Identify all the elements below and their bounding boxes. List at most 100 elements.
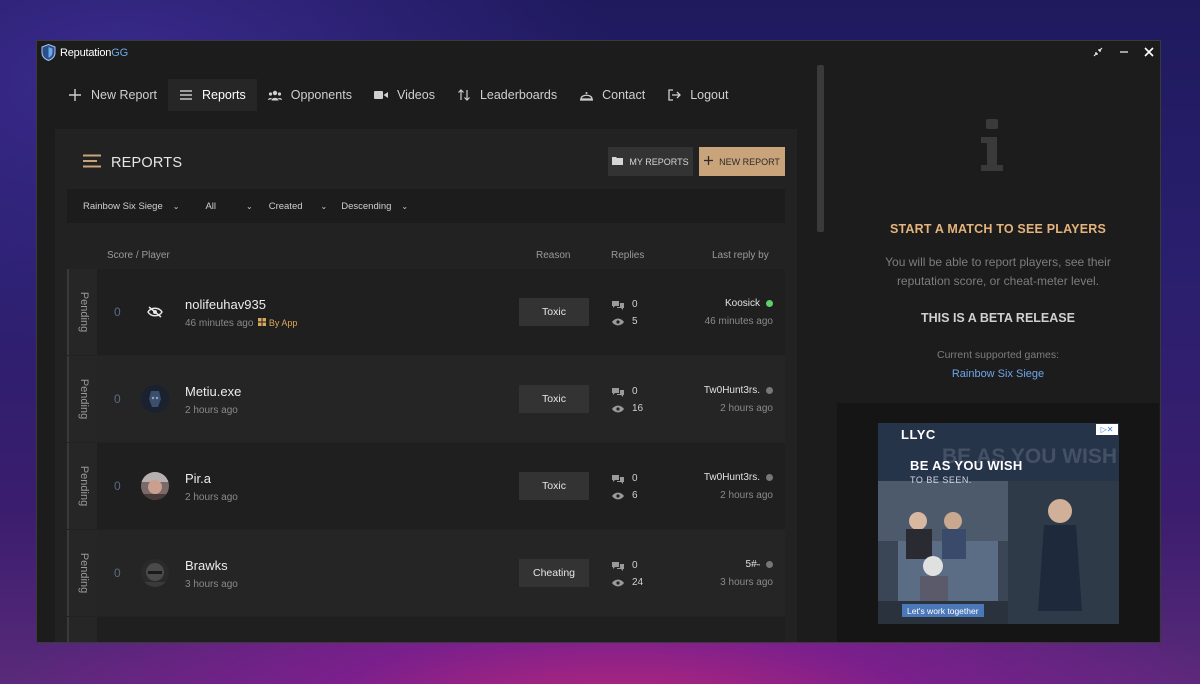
last-reply-time: 46 minutes ago bbox=[704, 316, 773, 327]
ad-choices-icon[interactable]: ▷✕ bbox=[1096, 424, 1118, 435]
eye-off-icon bbox=[147, 306, 163, 318]
online-status-dot bbox=[766, 300, 773, 307]
eye-icon bbox=[612, 317, 624, 327]
new-report-label: NEW REPORT bbox=[719, 156, 780, 167]
reason-tag[interactable]: Toxic bbox=[519, 385, 589, 413]
reason-tag[interactable]: Cheating bbox=[519, 559, 589, 587]
avatar-image bbox=[141, 385, 169, 413]
sort-order-filter[interactable]: Descending ⌄ bbox=[341, 201, 408, 212]
beta-notice: THIS IS A BETA RELEASE bbox=[921, 311, 1075, 325]
report-row[interactable]: Pending 0 nolifeuhav935 46 minutes ago B… bbox=[67, 269, 785, 355]
eye-icon bbox=[612, 491, 624, 501]
last-reply-name: Tw0Hunt3rs. bbox=[703, 385, 760, 396]
report-time: 3 hours ago bbox=[185, 579, 238, 590]
scrollbar-thumb[interactable] bbox=[817, 65, 824, 232]
player-name[interactable]: Pir.a bbox=[185, 471, 211, 486]
game-filter[interactable]: Rainbow Six Siege ⌄ bbox=[83, 201, 179, 212]
ad-container: LLYC BE AS YOU WISH BE AS YOU WISH TO BE… bbox=[837, 403, 1159, 642]
nav-new-report-label: New Report bbox=[91, 88, 157, 102]
replies-value: 0 bbox=[632, 299, 638, 310]
shield-logo-icon bbox=[41, 44, 56, 61]
sort-field-filter[interactable]: Created ⌄ bbox=[269, 201, 328, 212]
app-title: ReputationGG bbox=[60, 47, 128, 59]
nav-contact[interactable]: Contact bbox=[568, 79, 656, 111]
status-cell: Pending bbox=[67, 530, 97, 616]
last-reply-user[interactable]: Tw0Hunt3rs. bbox=[704, 472, 773, 483]
last-reply-time: 2 hours ago bbox=[720, 490, 773, 501]
status-filter-value: All bbox=[205, 200, 217, 212]
reports-panel: REPORTS MY REPORTS NEW REPORT Rainbow Si… bbox=[55, 129, 797, 642]
player-name[interactable]: nolifeuhav935 bbox=[185, 297, 266, 312]
status-label: Pending bbox=[78, 378, 90, 420]
offline-status-dot bbox=[766, 474, 773, 481]
collapse-icon bbox=[1093, 47, 1103, 57]
info-description: You will be able to report players, see … bbox=[885, 255, 1111, 288]
offline-status-dot bbox=[766, 387, 773, 394]
last-reply-user[interactable]: 5#˵ bbox=[746, 559, 773, 570]
new-report-button[interactable]: NEW REPORT bbox=[699, 147, 785, 176]
player-name[interactable]: Brawks bbox=[185, 558, 228, 573]
plus-icon bbox=[704, 155, 714, 168]
chevron-down-icon: ⌄ bbox=[401, 201, 409, 211]
chevron-down-icon: ⌄ bbox=[172, 201, 180, 211]
windows-icon bbox=[258, 318, 267, 326]
my-reports-label: MY REPORTS bbox=[629, 156, 689, 167]
nav-logout-label: Logout bbox=[690, 88, 729, 102]
last-reply-name: Tw0Hunt3rs. bbox=[703, 472, 760, 483]
reason-tag[interactable]: Toxic bbox=[519, 298, 589, 326]
nav-logout[interactable]: Logout bbox=[656, 79, 739, 111]
nav-reports[interactable]: Reports bbox=[168, 79, 257, 111]
ad-cta-button[interactable]: Let's work together bbox=[902, 604, 984, 617]
restore-button[interactable] bbox=[1090, 45, 1106, 61]
advertisement[interactable]: LLYC BE AS YOU WISH BE AS YOU WISH TO BE… bbox=[878, 423, 1119, 624]
score-value: 0 bbox=[114, 305, 121, 319]
match-info-panel: START A MATCH TO SEE PLAYERS You will be… bbox=[837, 65, 1159, 403]
nav-opponents-label: Opponents bbox=[290, 88, 352, 102]
report-row[interactable]: Pending 0 Metiu.exe 2 hours ago Toxic 0 … bbox=[67, 356, 785, 442]
views-value: 16 bbox=[632, 403, 644, 414]
status-filter[interactable]: All ⌄ bbox=[205, 201, 252, 212]
supported-game-link[interactable]: Rainbow Six Siege bbox=[837, 368, 1159, 380]
report-row-partial[interactable] bbox=[67, 617, 785, 642]
nav-contact-label: Contact bbox=[602, 88, 646, 102]
report-row[interactable]: Pending 0 Pir.a 2 hours ago Toxic 0 6 Tw… bbox=[67, 443, 785, 529]
avatar bbox=[141, 385, 169, 413]
comments-icon bbox=[612, 474, 624, 484]
sort-field-value: Created bbox=[268, 200, 303, 212]
score-value: 0 bbox=[114, 479, 121, 493]
nav-videos-label: Videos bbox=[396, 88, 435, 102]
report-row[interactable]: Pending 0 Brawks 3 hours ago Cheating 0 … bbox=[67, 530, 785, 616]
ad-headline: BE AS YOU WISH bbox=[910, 458, 1023, 473]
avatar bbox=[141, 559, 169, 587]
avatar-image bbox=[141, 472, 169, 500]
nav-videos[interactable]: Videos bbox=[363, 79, 446, 111]
nav-opponents[interactable]: Opponents bbox=[257, 79, 363, 111]
last-reply-user[interactable]: Tw0Hunt3rs. bbox=[704, 385, 773, 396]
report-time: 2 hours ago bbox=[185, 492, 238, 503]
avatar bbox=[141, 472, 169, 500]
close-icon bbox=[1144, 47, 1154, 57]
score-value: 0 bbox=[114, 566, 121, 580]
close-button[interactable] bbox=[1141, 45, 1157, 61]
nav-new-report[interactable]: New Report bbox=[57, 79, 168, 111]
replies-value: 0 bbox=[632, 560, 638, 571]
nav-leaderboards[interactable]: Leaderboards bbox=[446, 79, 568, 111]
my-reports-button[interactable]: MY REPORTS bbox=[608, 147, 693, 176]
column-last-reply-by: Last reply by bbox=[712, 250, 769, 261]
comments-icon bbox=[612, 561, 624, 571]
status-cell: Pending bbox=[67, 269, 97, 355]
title-bar: ReputationGG bbox=[37, 41, 1160, 65]
chevron-down-icon: ⌄ bbox=[246, 201, 253, 211]
nav-leaderboards-label: Leaderboards bbox=[479, 88, 558, 102]
replies-count: 0 bbox=[612, 299, 638, 310]
list-icon bbox=[179, 88, 193, 102]
last-reply-name: Koosick bbox=[724, 298, 760, 309]
report-time: 2 hours ago bbox=[185, 405, 238, 416]
minimize-button[interactable] bbox=[1116, 45, 1132, 61]
report-time: 46 minutes ago By App bbox=[185, 318, 297, 329]
player-name[interactable]: Metiu.exe bbox=[185, 384, 241, 399]
last-reply-user[interactable]: Koosick bbox=[725, 298, 773, 309]
supported-games-label: Current supported games: bbox=[937, 349, 1059, 361]
views-count: 16 bbox=[612, 403, 643, 414]
reason-tag[interactable]: Toxic bbox=[519, 472, 589, 500]
